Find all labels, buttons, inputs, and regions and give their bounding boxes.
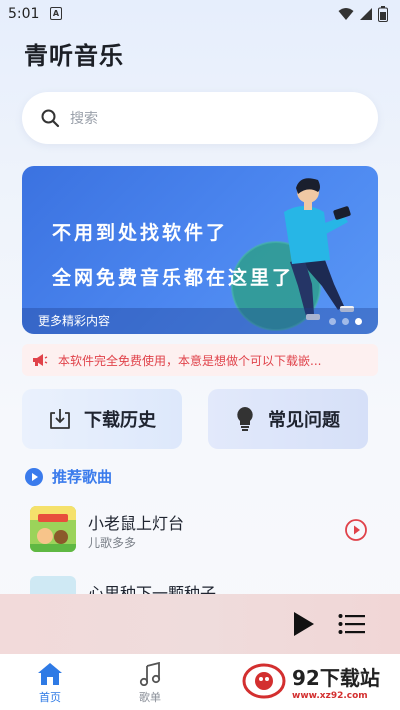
watermark-url: www.xz92.com xyxy=(292,690,368,701)
banner-caption: 更多精彩内容 xyxy=(38,314,111,328)
status-time: 5:01 xyxy=(8,6,40,22)
play-circle-icon xyxy=(25,467,43,486)
home-icon xyxy=(38,663,62,685)
song-title: 小老鼠上灯台 xyxy=(88,514,185,533)
download-history-button[interactable]: 下载历史 xyxy=(22,389,182,449)
playlist-icon[interactable] xyxy=(338,613,366,635)
watermark-logo-icon xyxy=(242,663,286,699)
faq-button[interactable]: 常见问题 xyxy=(208,389,368,449)
section-title: 推荐歌曲 xyxy=(52,468,113,486)
song-artist: 儿歌多多 xyxy=(88,536,137,550)
banner-dot xyxy=(342,318,349,325)
search-input[interactable]: 搜索 xyxy=(22,92,378,144)
tab-home-label: 首页 xyxy=(39,691,61,704)
download-history-label: 下载历史 xyxy=(84,410,156,431)
notification-icon: A xyxy=(50,7,62,20)
play-icon[interactable] xyxy=(344,518,368,542)
site-watermark: 92下载站 www.xz92.com xyxy=(242,658,392,704)
lightbulb-icon xyxy=(237,407,253,431)
app-title: 青听音乐 xyxy=(24,42,124,70)
player-play-icon[interactable] xyxy=(292,611,316,637)
banner-headline: 不用到处找软件了 xyxy=(52,222,229,244)
wifi-icon xyxy=(338,8,354,20)
tab-playlist-label: 歌单 xyxy=(139,691,161,704)
notice-marquee[interactable]: 本软件完全免费使用，本意是想做个可以下载嵌... xyxy=(22,344,378,376)
recommended-header: 推荐歌曲 xyxy=(24,466,112,487)
battery-icon xyxy=(378,6,388,22)
banner-subheadline: 全网免费音乐都在这里了 xyxy=(52,267,295,289)
banner-carousel[interactable]: 不用到处找软件了 全网免费音乐都在这里了 更多精彩内容 xyxy=(22,166,378,334)
banner-dot-active xyxy=(355,318,362,325)
watermark-title: 92下载站 xyxy=(292,665,380,690)
signal-icon xyxy=(360,8,372,20)
status-bar: 5:01 A xyxy=(0,0,400,28)
status-icons xyxy=(338,6,388,22)
mini-player[interactable] xyxy=(0,594,400,654)
notice-text: 本软件完全免费使用，本意是想做个可以下载嵌... xyxy=(58,353,322,368)
banner-indicator xyxy=(329,318,362,325)
search-placeholder: 搜索 xyxy=(70,111,98,127)
faq-label: 常见问题 xyxy=(268,410,340,431)
music-note-icon xyxy=(139,662,161,686)
download-history-icon xyxy=(50,409,70,429)
list-item[interactable]: 小老鼠上灯台 儿歌多多 xyxy=(22,506,378,562)
tab-home[interactable]: 首页 xyxy=(0,654,100,710)
megaphone-icon xyxy=(33,354,48,366)
song-cover xyxy=(30,506,76,552)
search-icon xyxy=(41,109,60,128)
banner-dot xyxy=(329,318,336,325)
tab-playlist[interactable]: 歌单 xyxy=(100,654,200,710)
